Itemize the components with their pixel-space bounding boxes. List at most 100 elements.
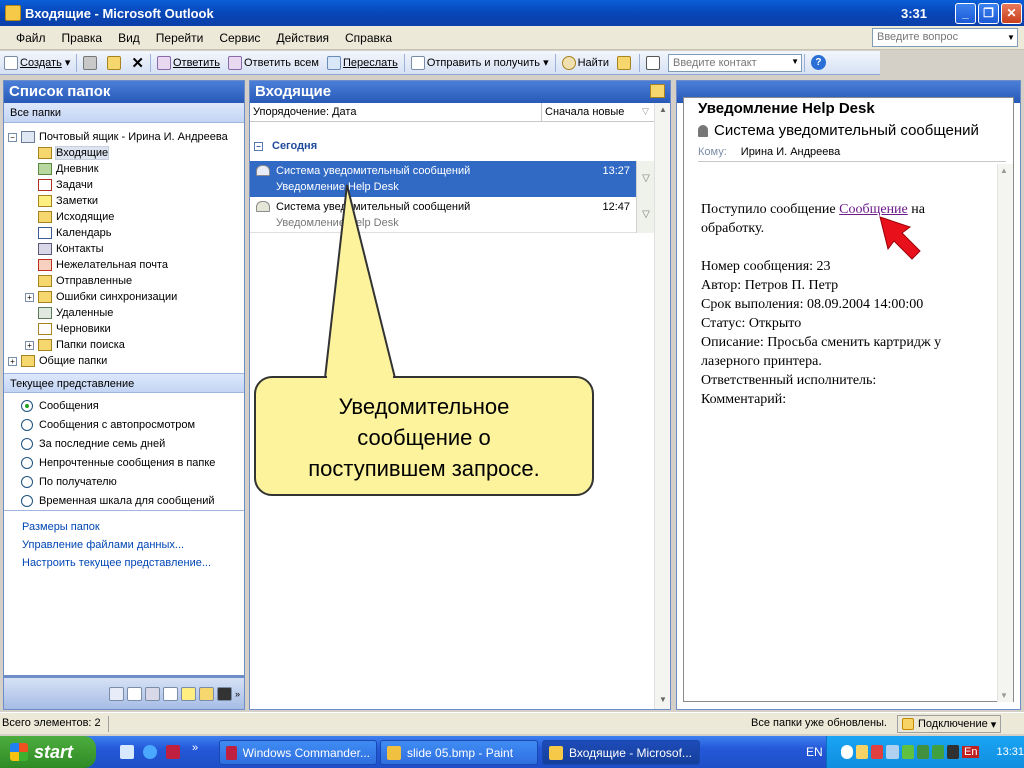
sort-by-date[interactable]: Упорядочение: Дата [253,106,356,118]
tasks-nav-icon[interactable] [162,686,178,701]
expand-icon[interactable]: + [25,292,34,302]
scroll-up-icon[interactable]: ▲ [657,105,669,117]
view-option-unread[interactable]: Непрочтенные сообщения в папке [21,455,215,471]
tray-app-icon[interactable] [946,745,959,759]
tray-arrow-icon[interactable] [841,745,854,759]
customize-view-link[interactable]: Настроить текущее представление... [22,557,211,569]
quick-launch-ie-icon[interactable] [143,745,157,759]
quick-launch-app-icon[interactable] [166,745,180,759]
tray-network-icon[interactable] [886,745,899,759]
menu-help[interactable]: Справка [337,31,400,45]
tray-puzzle-icon[interactable] [931,745,944,759]
reply-all-button[interactable]: Ответить всем [224,52,323,74]
organize-button[interactable] [613,52,637,74]
help-button[interactable]: ? [807,52,830,74]
folder-journal[interactable]: Дневник [38,161,99,177]
message-list-scrollbar[interactable]: ▲ ▼ [654,103,670,709]
collapse-icon[interactable]: − [8,132,17,142]
folder-contacts[interactable]: Контакты [38,241,104,257]
reply-icon [156,55,171,70]
folder-outbox[interactable]: Исходящие [38,209,114,225]
folder-pane: Список папок Все папки − Почтовый ящик - … [3,80,245,710]
move-button[interactable] [103,52,127,74]
view-option-autopreview[interactable]: Сообщения с автопросмотром [21,417,195,433]
flag-icon[interactable]: ▽ [636,161,655,197]
tray-language[interactable]: En [962,746,980,758]
expand-icon[interactable]: + [8,356,17,366]
folder-notes[interactable]: Заметки [38,193,98,209]
quick-launch-more-icon[interactable]: » [192,742,198,754]
find-button[interactable]: Найти [558,52,613,74]
menu-file[interactable]: Файл [0,31,54,45]
view-option-last-seven-days[interactable]: За последние семь дней [21,436,165,452]
chevron-down-icon[interactable]: ▼ [791,57,799,66]
quick-launch-desktop-icon[interactable] [120,745,134,759]
folder-junk[interactable]: Нежелательная почта [38,257,168,273]
language-indicator[interactable]: EN [806,745,823,759]
taskbar-button-outlook[interactable]: Входящие - Microsof... [542,740,700,765]
address-book-button[interactable] [642,52,666,74]
contact-search-input[interactable]: Введите контакт ▼ [667,53,802,72]
maximize-button[interactable]: ❐ [978,2,999,24]
reply-button[interactable]: Ответить [153,52,224,74]
expand-icon[interactable]: + [25,340,34,350]
new-button[interactable]: Создать ▾ [0,52,74,74]
menu-actions[interactable]: Действия [268,31,337,45]
menu-edit[interactable]: Правка [54,31,111,45]
question-input[interactable]: Введите вопрос ▼ [872,28,1018,47]
tray-antivirus-icon[interactable] [871,745,884,759]
collapse-icon[interactable]: − [254,141,263,151]
folder-sent[interactable]: Отправленные [38,273,132,289]
data-files-link[interactable]: Управление файлами данных... [22,539,184,551]
close-button[interactable]: ✕ [1001,2,1022,24]
message-row[interactable]: Система уведомительный сообщений 13:27 У… [250,161,636,197]
forward-button[interactable]: Переслать [323,52,402,74]
folder-calendar[interactable]: Календарь [38,225,112,241]
message-row[interactable]: Система уведомительный сообщений 12:47 У… [250,197,636,233]
folder-inbox[interactable]: Входящие [38,145,110,161]
print-button[interactable] [79,52,103,74]
taskbar-button-paint[interactable]: slide 05.bmp - Paint [380,740,538,765]
folder-drafts[interactable]: Черновики [38,321,111,337]
delete-button[interactable]: ✕ [127,52,148,74]
connection-status[interactable]: Подключение ▾ [897,715,1002,733]
folders-nav-icon[interactable] [198,686,214,701]
notes-nav-icon[interactable] [180,686,196,701]
start-label: start [34,741,74,762]
folder-deleted[interactable]: Удаленные [38,305,113,321]
menu-view[interactable]: Вид [110,31,148,45]
flag-icon[interactable]: ▽ [636,197,655,233]
folder-search[interactable]: + Папки поиска [25,337,125,353]
contacts-nav-icon[interactable] [144,686,160,701]
folder-sizes-link[interactable]: Размеры папок [22,521,100,533]
scroll-down-icon[interactable]: ▼ [1000,691,1008,700]
configure-buttons-icon[interactable]: » [235,689,240,699]
folder-tasks[interactable]: Задачи [38,177,93,193]
tray-time: 13:31 [996,746,1024,758]
taskbar-button-commander[interactable]: Windows Commander... [219,740,377,765]
menu-tools[interactable]: Сервис [211,31,268,45]
sort-order[interactable]: Сначала новые [541,103,651,121]
view-option-timeline[interactable]: Временная шкала для сообщений [21,493,215,509]
start-button[interactable]: start [0,736,96,768]
scroll-up-icon[interactable]: ▲ [1000,166,1008,175]
tray-grid-icon[interactable] [916,745,929,759]
scroll-down-icon[interactable]: ▼ [657,695,669,707]
view-option-messages[interactable]: Сообщения [21,398,99,414]
folder-sync-errors[interactable]: + Ошибки синхронизации [25,289,177,305]
folder-public[interactable]: + Общие папки [8,353,107,369]
shortcuts-nav-icon[interactable] [216,686,232,701]
chevron-down-icon[interactable]: ▼ [1005,29,1017,46]
send-receive-button[interactable]: Отправить и получить ▾ [407,52,553,74]
menu-go[interactable]: Перейти [148,31,212,45]
view-option-by-recipient[interactable]: По получателю [21,474,117,490]
tray-clock-icon[interactable] [856,745,869,759]
reading-pane-scrollbar[interactable]: ▲ ▼ [997,164,1013,702]
minimize-button[interactable]: _ [955,2,976,24]
folder-mailbox[interactable]: − Почтовый ящик - Ирина И. Андреева [8,129,228,145]
tray-check-icon[interactable] [901,745,914,759]
group-today[interactable]: − Сегодня [254,140,317,152]
outbox-icon [38,211,52,223]
mail-nav-icon[interactable] [108,686,124,701]
calendar-nav-icon[interactable] [126,686,142,701]
